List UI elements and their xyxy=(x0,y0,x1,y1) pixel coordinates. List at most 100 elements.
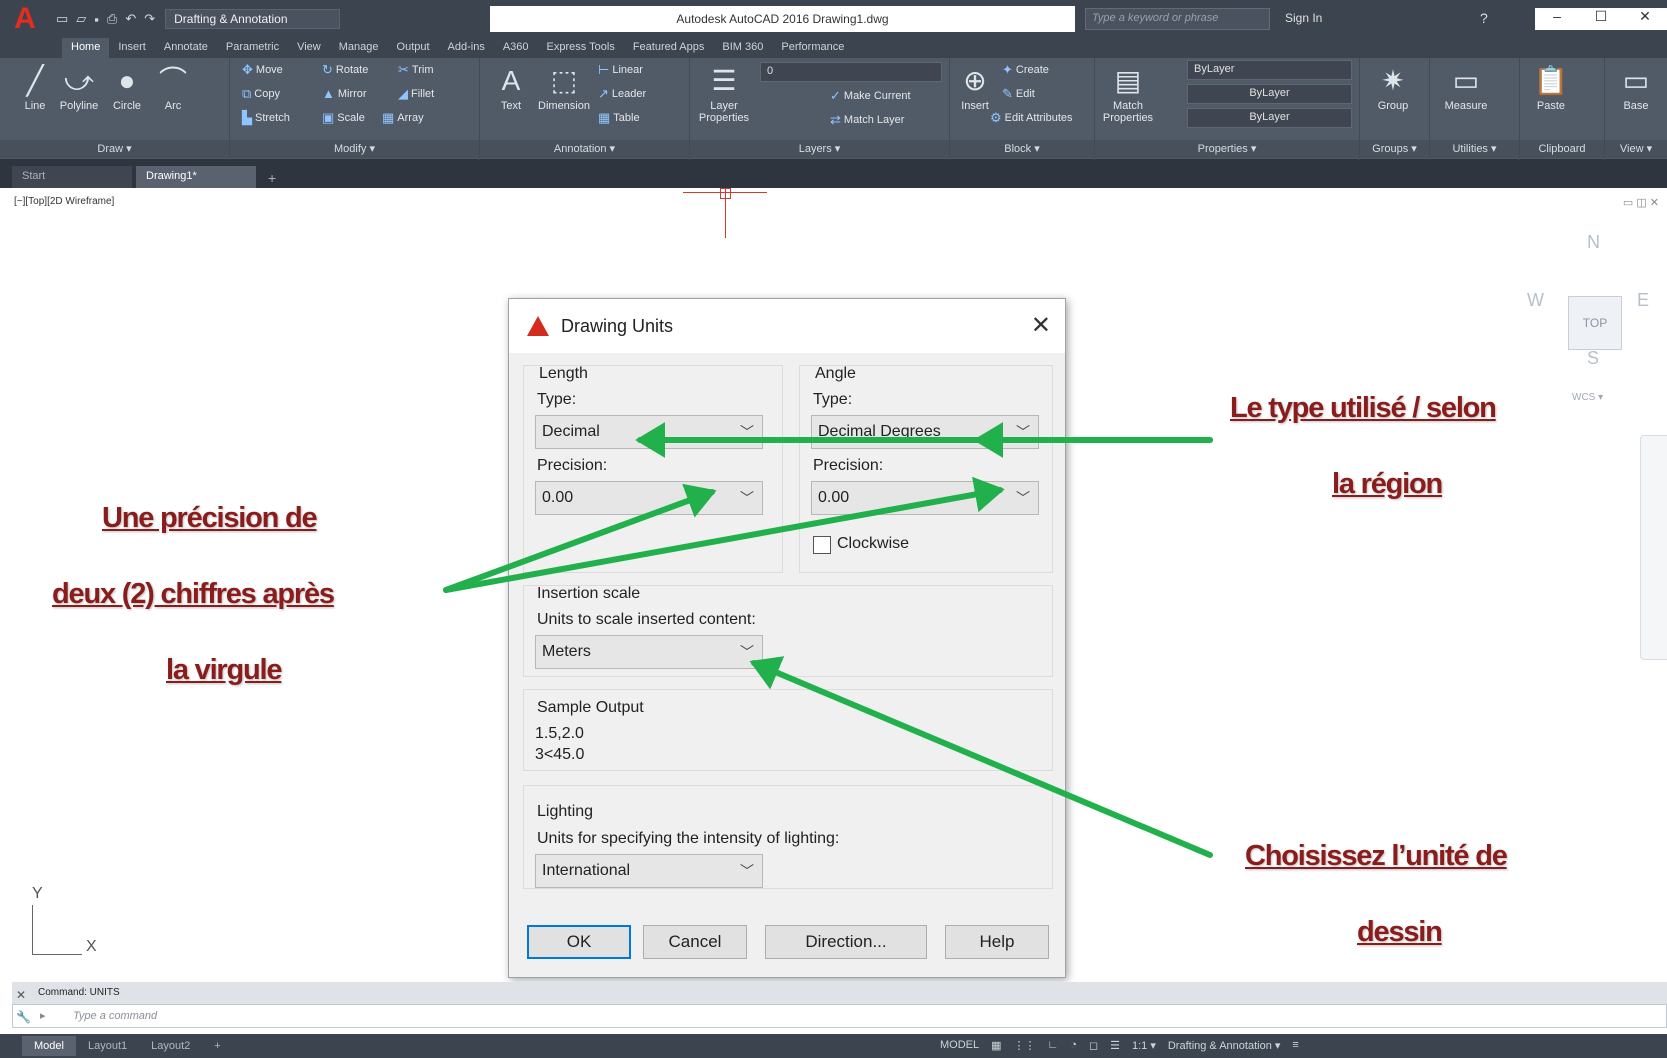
tab-bim-360[interactable]: BIM 360 xyxy=(713,38,772,58)
match-layer-tool[interactable]: ⇄ Match Layer xyxy=(830,112,904,128)
tab-start[interactable]: Start xyxy=(12,166,132,188)
scale-tool[interactable]: ▣ Scale xyxy=(322,110,365,126)
block-panel-title[interactable]: Block ▾ xyxy=(950,140,1094,158)
grid-icon[interactable]: ▦ xyxy=(991,1039,1001,1052)
array-tool[interactable]: ▦ Array xyxy=(382,110,424,126)
tab-add-ins[interactable]: Add-ins xyxy=(439,38,494,58)
layer-properties-tool[interactable]: ☰ Layer Properties xyxy=(694,62,754,124)
tab-layout2[interactable]: Layout2 xyxy=(139,1036,202,1056)
arc-tool[interactable]: ⌒ Arc xyxy=(150,62,196,112)
open-icon[interactable]: ▱ xyxy=(76,11,86,27)
circle-tool[interactable]: ● Circle xyxy=(104,62,150,112)
ortho-icon[interactable]: ∟ xyxy=(1048,1039,1059,1052)
command-prompt-icon[interactable]: ▸ xyxy=(40,1009,46,1022)
ok-button[interactable]: OK xyxy=(527,925,631,959)
help-icon[interactable]: ? xyxy=(1480,10,1488,26)
workspace-switcher[interactable]: Drafting & Annotation xyxy=(165,9,341,29)
annotation-panel-title[interactable]: Annotation ▾ xyxy=(480,140,689,158)
dimension-tool[interactable]: ⬚ Dimension xyxy=(532,62,596,112)
paste-tool[interactable]: 📋 Paste xyxy=(1528,62,1574,112)
tab-parametric[interactable]: Parametric xyxy=(217,38,288,58)
mirror-tool[interactable]: ▲ Mirror xyxy=(322,86,367,101)
clockwise-checkbox[interactable] xyxy=(813,536,831,554)
view-panel-title[interactable]: View ▾ xyxy=(1605,140,1667,158)
layer-dropdown[interactable]: 0 xyxy=(760,62,942,82)
workspace-status[interactable]: Drafting & Annotation ▾ xyxy=(1168,1039,1281,1052)
linetype-dropdown[interactable]: ByLayer xyxy=(1187,84,1352,104)
line-tool[interactable]: ╱ Line xyxy=(12,62,58,112)
stretch-tool[interactable]: ▙ Stretch xyxy=(242,110,290,126)
utilities-panel-title[interactable]: Utilities ▾ xyxy=(1430,140,1519,158)
lineweight-dropdown[interactable]: ByLayer xyxy=(1187,108,1352,128)
make-current-tool[interactable]: ✓ Make Current xyxy=(830,88,911,104)
lineweight-icon[interactable]: ☰ xyxy=(1110,1039,1120,1052)
length-precision-select[interactable]: 0.00 ﹀ xyxy=(535,481,763,515)
match-properties-tool[interactable]: ▤ Match Properties xyxy=(1099,62,1157,124)
table-tool[interactable]: ▦ Table xyxy=(598,110,640,126)
create-block-tool[interactable]: ✦ Create xyxy=(1002,62,1049,78)
new-layout-icon[interactable]: + xyxy=(202,1036,232,1056)
base-view-tool[interactable]: ▭ Base xyxy=(1613,62,1659,112)
insertion-units-select[interactable]: Meters ﹀ xyxy=(535,635,763,669)
clipboard-panel-title[interactable]: Clipboard xyxy=(1520,140,1604,158)
insert-tool[interactable]: ⊕ Insert xyxy=(952,62,998,112)
maximize-button[interactable]: ☐ xyxy=(1579,8,1623,30)
move-tool[interactable]: ✥ Move xyxy=(242,62,283,78)
modify-panel-title[interactable]: Modify ▾ xyxy=(230,140,479,158)
length-type-select[interactable]: Decimal ﹀ xyxy=(535,415,763,449)
properties-panel-title[interactable]: Properties ▾ xyxy=(1095,140,1359,158)
tab-a360[interactable]: A360 xyxy=(494,38,538,58)
trim-tool[interactable]: ✂ Trim xyxy=(398,62,434,78)
sign-in-button[interactable]: Sign In xyxy=(1285,11,1322,25)
polyline-tool[interactable]: ⤻ Polyline xyxy=(56,62,102,112)
command-input[interactable]: Type a command xyxy=(12,1004,1667,1028)
viewcube-top[interactable]: TOP xyxy=(1568,296,1622,350)
close-icon[interactable]: ✕ xyxy=(16,988,26,1002)
tab-express-tools[interactable]: Express Tools xyxy=(538,38,624,58)
lighting-units-select[interactable]: International ﹀ xyxy=(535,854,763,888)
navigation-bar[interactable] xyxy=(1640,435,1667,660)
tab-manage[interactable]: Manage xyxy=(330,38,388,58)
dialog-close-button[interactable]: ✕ xyxy=(1031,311,1051,340)
linear-tool[interactable]: ⊢ Linear xyxy=(598,62,643,78)
measure-tool[interactable]: ▭ Measure xyxy=(1438,62,1494,112)
help-button[interactable]: Help xyxy=(945,925,1049,959)
layers-panel-title[interactable]: Layers ▾ xyxy=(690,140,949,158)
direction-button[interactable]: Direction... xyxy=(765,925,927,959)
tab-insert[interactable]: Insert xyxy=(109,38,155,58)
viewcube-north[interactable]: N xyxy=(1587,232,1600,253)
cancel-button[interactable]: Cancel xyxy=(643,925,747,959)
copy-tool[interactable]: ⧉ Copy xyxy=(242,86,280,102)
edit-attributes-tool[interactable]: ⚙ Edit Attributes xyxy=(990,110,1073,126)
rotate-tool[interactable]: ↻ Rotate xyxy=(322,62,368,78)
snap-icon[interactable]: ⋮⋮ xyxy=(1014,1039,1036,1052)
undo-icon[interactable]: ↶ xyxy=(125,11,136,27)
viewcube-east[interactable]: E xyxy=(1637,290,1649,311)
tab-drawing1[interactable]: Drawing1* xyxy=(136,166,256,188)
autocad-logo-icon[interactable]: A xyxy=(0,0,50,38)
tab-featured-apps[interactable]: Featured Apps xyxy=(624,38,714,58)
save-icon[interactable]: ▪ xyxy=(94,12,99,27)
angle-type-select[interactable]: Decimal Degrees ﹀ xyxy=(811,415,1039,449)
print-icon[interactable]: ⎙ xyxy=(107,11,117,27)
viewport-controls-label[interactable]: [−][Top][2D Wireframe] xyxy=(14,196,114,207)
tab-home[interactable]: Home xyxy=(62,38,110,58)
osnap-icon[interactable]: ◻ xyxy=(1089,1039,1098,1052)
new-icon[interactable]: ▭ xyxy=(56,11,68,27)
tab-view[interactable]: View xyxy=(288,38,330,58)
edit-block-tool[interactable]: ✎ Edit xyxy=(1002,86,1035,102)
viewport-window-controls[interactable]: ▭ ◫ ✕ xyxy=(1623,196,1659,209)
group-tool[interactable]: ✷ Group xyxy=(1370,62,1416,112)
search-input[interactable]: Type a keyword or phrase xyxy=(1085,8,1270,30)
close-window-button[interactable]: ✕ xyxy=(1623,8,1667,30)
minimize-button[interactable]: – xyxy=(1535,8,1579,30)
tab-performance[interactable]: Performance xyxy=(772,38,853,58)
color-dropdown[interactable]: ByLayer xyxy=(1187,60,1352,80)
wrench-icon[interactable]: 🔧 xyxy=(16,1010,31,1024)
tab-layout1[interactable]: Layout1 xyxy=(76,1036,139,1056)
model-space-button[interactable]: MODEL xyxy=(940,1039,979,1052)
fillet-tool[interactable]: ◢ Fillet xyxy=(398,86,434,102)
viewcube-south[interactable]: S xyxy=(1587,348,1599,369)
tab-model[interactable]: Model xyxy=(22,1036,76,1056)
angle-precision-select[interactable]: 0.00 ﹀ xyxy=(811,481,1039,515)
